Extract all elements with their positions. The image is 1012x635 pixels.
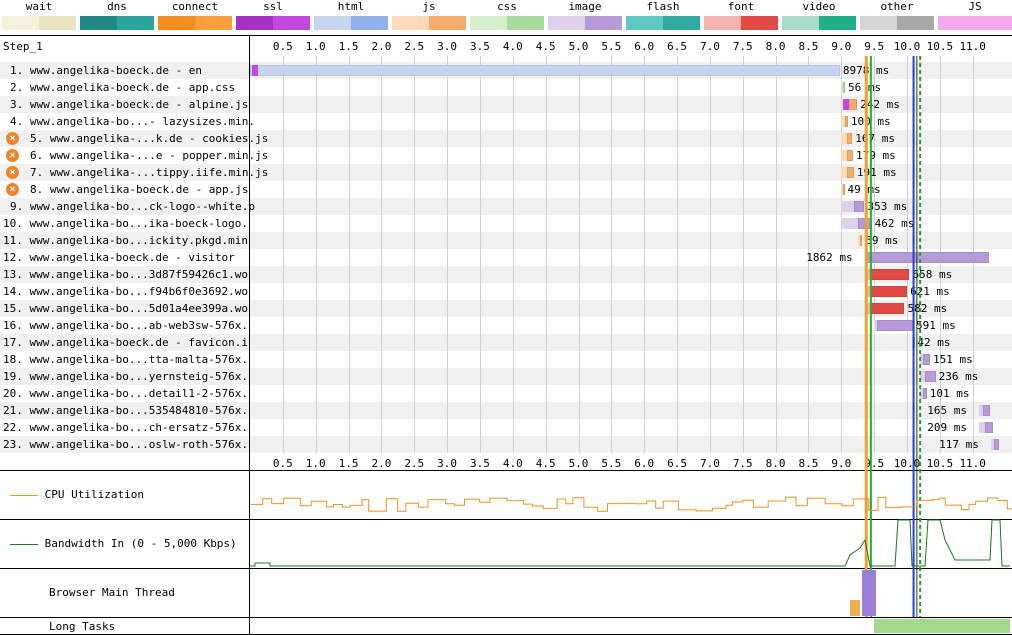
cpu-utilization-line: [250, 496, 1012, 512]
main-thread-layout-block: [850, 600, 860, 616]
bandwidth-line: [250, 519, 1010, 567]
timeline-charts: [250, 56, 1012, 633]
main-thread-script-block: [862, 570, 876, 616]
long-task-block: [874, 619, 1010, 633]
